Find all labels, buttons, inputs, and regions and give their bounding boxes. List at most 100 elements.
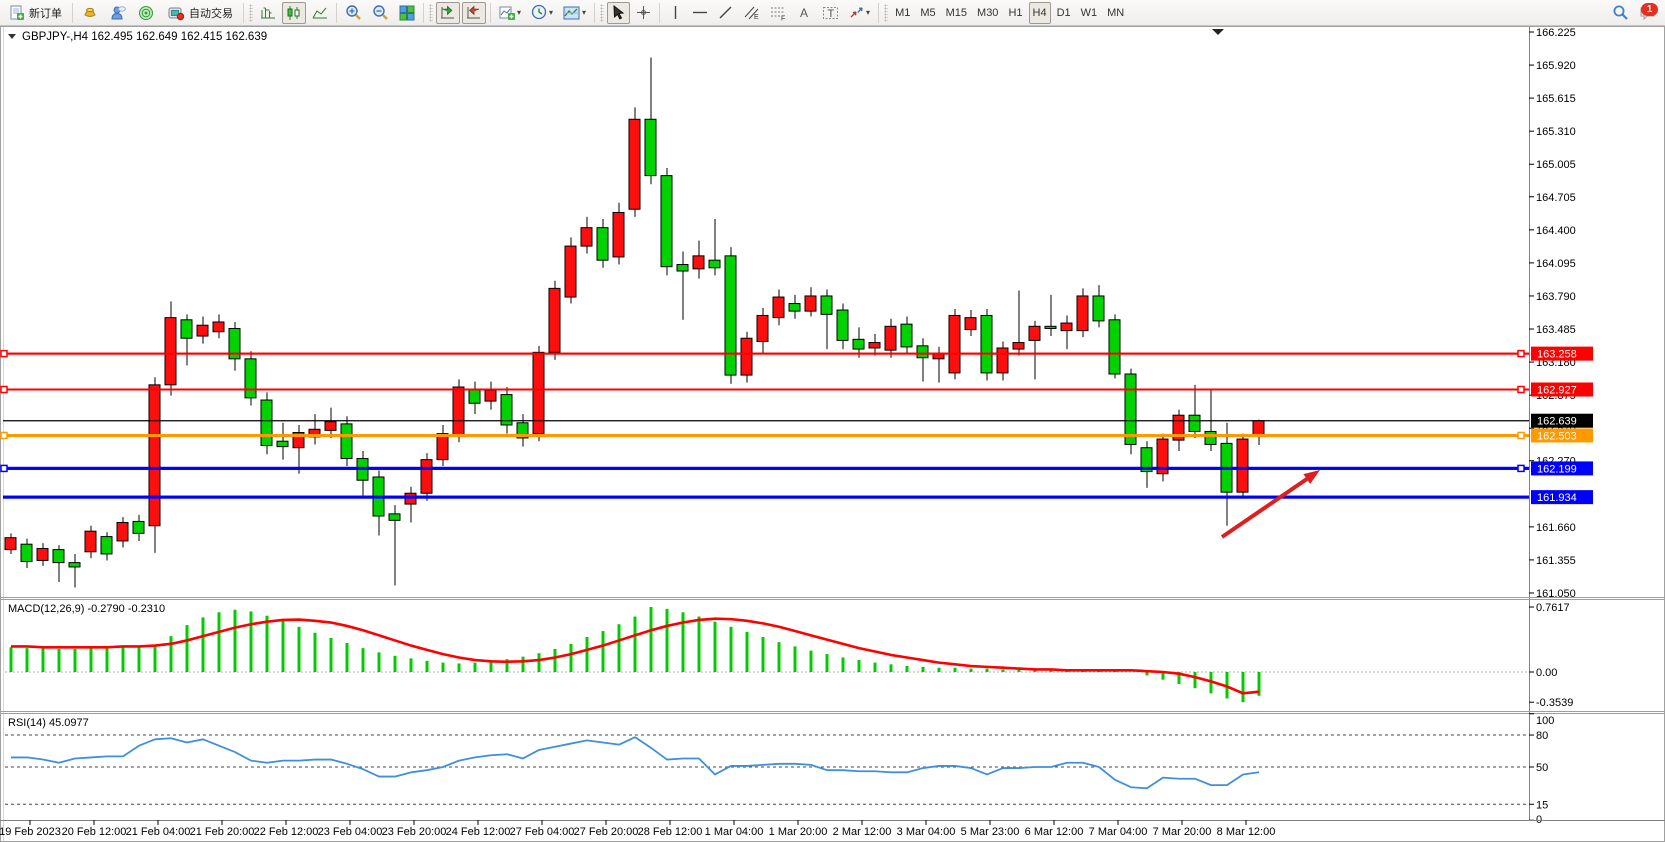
candle-body — [37, 549, 48, 561]
timeframe-d1[interactable]: D1 — [1053, 2, 1075, 24]
candle-body — [741, 338, 752, 375]
price-tick-label: 164.095 — [1536, 258, 1576, 270]
candle-body — [533, 352, 544, 433]
line-anchor-marker[interactable] — [1, 387, 7, 393]
candle-body — [21, 544, 32, 561]
toolbar-grip — [429, 4, 433, 22]
indicators-button[interactable]: ▾ — [495, 2, 525, 24]
line-anchor-marker[interactable] — [1518, 432, 1524, 438]
candle-body — [613, 212, 624, 256]
time-tick-label: 19 Feb 2023 — [0, 826, 61, 838]
timeframe-m15[interactable]: M15 — [942, 2, 971, 24]
notification-badge: 1 — [1641, 3, 1658, 16]
timeframe-m5[interactable]: M5 — [916, 2, 939, 24]
horizontal-line-tool-button[interactable] — [688, 2, 712, 24]
cursor-tool-button[interactable] — [607, 2, 630, 24]
accounts-button[interactable] — [105, 2, 131, 24]
timeframe-h4[interactable]: H4 — [1029, 2, 1051, 24]
fibonacci-tool-button[interactable]: F — [766, 2, 791, 24]
time-tick-label: 3 Mar 04:00 — [897, 826, 956, 838]
horizontal-line-icon — [692, 5, 708, 20]
time-tick-label: 22 Feb 12:00 — [254, 826, 319, 838]
candle-body — [629, 119, 640, 209]
time-tick-label: 27 Feb 20:00 — [574, 826, 639, 838]
templates-button[interactable]: ▾ — [559, 2, 590, 24]
vertical-line-tool-button[interactable] — [664, 2, 686, 24]
timeframe-h1[interactable]: H1 — [1004, 2, 1026, 24]
toolbar-separator — [659, 3, 660, 23]
toolbar-grip — [249, 4, 253, 22]
timeframe-m1[interactable]: M1 — [891, 2, 914, 24]
trendline-tool-button[interactable] — [714, 2, 737, 24]
zoom-out-icon — [372, 4, 389, 21]
zoom-in-button[interactable] — [341, 2, 366, 24]
candle-body — [165, 318, 176, 385]
price-tick-label: 166.225 — [1536, 27, 1576, 39]
toolbar-grip — [884, 4, 888, 22]
line-anchor-marker[interactable] — [1518, 387, 1524, 393]
rsi-axis-label: 80 — [1536, 730, 1548, 742]
time-tick-label: 28 Feb 12:00 — [638, 826, 703, 838]
line-anchor-marker[interactable] — [1518, 465, 1524, 471]
rsi-axis-label: 15 — [1536, 799, 1548, 811]
candle-body — [85, 531, 96, 552]
candle-body — [1125, 374, 1136, 444]
notifications-button[interactable]: 1 — [1635, 1, 1661, 25]
candle-body — [181, 320, 192, 338]
zoom-out-button[interactable] — [368, 2, 393, 24]
timeframe-mn[interactable]: MN — [1103, 2, 1128, 24]
tile-windows-button[interactable] — [395, 2, 419, 24]
new-order-button[interactable]: 新订单 — [3, 2, 68, 24]
time-tick-label: 20 Feb 12:00 — [62, 826, 127, 838]
channel-tool-button[interactable]: E — [739, 2, 764, 24]
candle-body — [69, 563, 80, 567]
line-chart-mode-button[interactable] — [308, 2, 332, 24]
chart-title: GBPJPY-,H4 162.495 162.649 162.415 162.6… — [22, 31, 267, 43]
time-tick-label: 5 Mar 23:00 — [961, 826, 1020, 838]
svg-text:E: E — [754, 14, 759, 21]
line-price-label: 162.199 — [1537, 463, 1577, 475]
signals-button[interactable] — [133, 2, 159, 24]
bar-chart-mode-button[interactable] — [256, 2, 280, 24]
line-anchor-marker[interactable] — [1518, 351, 1524, 357]
candle-body — [821, 296, 832, 314]
toolbar-separator — [72, 3, 73, 23]
mt4-terminal-window: { "toolbar": { "new_order_label": "新订单",… — [0, 0, 1665, 842]
line-anchor-marker[interactable] — [1, 351, 7, 357]
search-icon — [1612, 4, 1629, 21]
candle-body — [1061, 323, 1072, 331]
chevron-down-icon: ▾ — [582, 8, 586, 17]
new-order-icon — [9, 5, 25, 21]
gold-ingot-icon — [81, 5, 99, 21]
timeframe-m30[interactable]: M30 — [973, 2, 1002, 24]
template-chart-icon — [563, 5, 581, 21]
periods-button[interactable]: ▾ — [527, 2, 557, 24]
line-anchor-marker[interactable] — [1, 465, 7, 471]
candle-body — [5, 538, 16, 550]
trendline-icon — [718, 5, 733, 20]
time-tick-label: 24 Feb 12:00 — [446, 826, 511, 838]
new-order-label: 新订单 — [29, 5, 62, 21]
auto-scroll-button[interactable] — [436, 2, 460, 24]
chart-canvas[interactable]: 166.225165.920165.615165.310165.005164.7… — [0, 26, 1665, 842]
text-tool-button[interactable]: A — [793, 2, 816, 24]
toolbar-separator — [423, 3, 424, 23]
candlestick-mode-button[interactable] — [282, 2, 306, 24]
line-anchor-marker[interactable] — [1, 432, 7, 438]
line-price-label: 162.927 — [1537, 385, 1577, 397]
time-tick-label: 1 Mar 20:00 — [769, 826, 828, 838]
toolbar-separator — [243, 3, 244, 23]
zoom-in-icon — [345, 4, 362, 21]
candle-body — [101, 537, 112, 554]
market-watch-button[interactable] — [77, 2, 103, 24]
arrows-tool-button[interactable]: ▾ — [845, 2, 874, 24]
auto-trading-button[interactable]: 自动交易 — [161, 2, 239, 24]
price-tick-label: 163.790 — [1536, 291, 1576, 303]
crosshair-tool-button[interactable] — [632, 2, 655, 24]
timeframe-w1[interactable]: W1 — [1077, 2, 1102, 24]
search-button[interactable] — [1608, 2, 1633, 24]
chart-shift-button[interactable] — [462, 2, 486, 24]
crosshair-icon — [636, 5, 651, 20]
label-tool-button[interactable]: T — [818, 2, 843, 24]
text-label-icon: T — [822, 5, 839, 21]
